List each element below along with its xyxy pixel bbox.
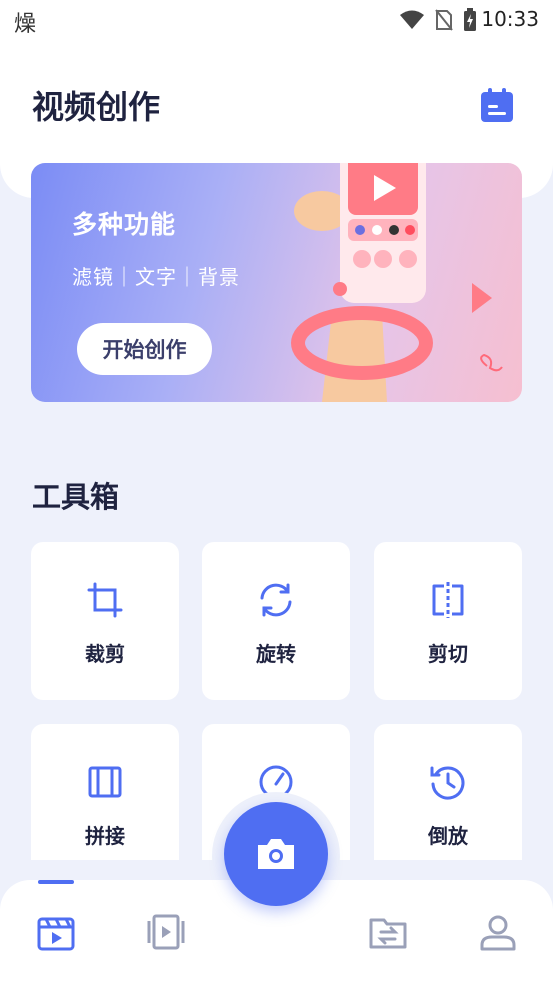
clapper-icon[interactable] xyxy=(36,912,76,952)
tool-label: 拼接 xyxy=(85,824,125,848)
status-bar: 燥 10:33 xyxy=(0,0,553,38)
clips-icon[interactable] xyxy=(146,912,186,952)
banner-title: 多种功能 xyxy=(72,210,177,239)
toolbox-title: 工具箱 xyxy=(32,480,120,514)
tool-crop[interactable]: 裁剪 xyxy=(31,542,179,700)
tool-reverse[interactable]: 倒放 xyxy=(374,724,522,860)
wifi-icon xyxy=(400,10,424,29)
phone-hand-illustration xyxy=(291,163,503,402)
folder-convert-icon[interactable] xyxy=(368,912,408,952)
battery-icon xyxy=(464,8,476,31)
tool-label: 裁剪 xyxy=(85,642,125,666)
tool-label: 旋转 xyxy=(256,642,296,666)
tool-rotate[interactable]: 旋转 xyxy=(202,542,350,700)
calendar-icon[interactable] xyxy=(479,86,515,124)
promo-banner[interactable]: 多种功能 滤镜｜文字｜背景 开始创作 xyxy=(31,163,522,402)
tool-join[interactable]: 拼接 xyxy=(31,724,179,860)
reverse-icon xyxy=(430,766,465,800)
active-tab-indicator xyxy=(38,880,74,884)
camera-fab-button[interactable] xyxy=(224,802,328,906)
rotate-icon xyxy=(260,583,292,617)
user-icon[interactable] xyxy=(478,912,518,952)
banner-subtitle: 滤镜｜文字｜背景 xyxy=(72,265,240,289)
join-icon xyxy=(88,766,122,798)
status-icons xyxy=(399,8,477,32)
start-create-button[interactable]: 开始创作 xyxy=(77,323,212,375)
status-app-glyph: 燥 xyxy=(14,12,37,37)
crop-icon xyxy=(87,582,123,618)
tool-split[interactable]: 剪切 xyxy=(374,542,522,700)
tool-label: 倒放 xyxy=(428,824,468,848)
page-title: 视频创作 xyxy=(32,88,161,126)
camera-icon xyxy=(258,839,294,869)
tool-label: 剪切 xyxy=(428,642,468,666)
no-sim-icon xyxy=(435,9,453,31)
split-icon xyxy=(432,582,464,618)
status-time: 10:33 xyxy=(481,7,539,31)
